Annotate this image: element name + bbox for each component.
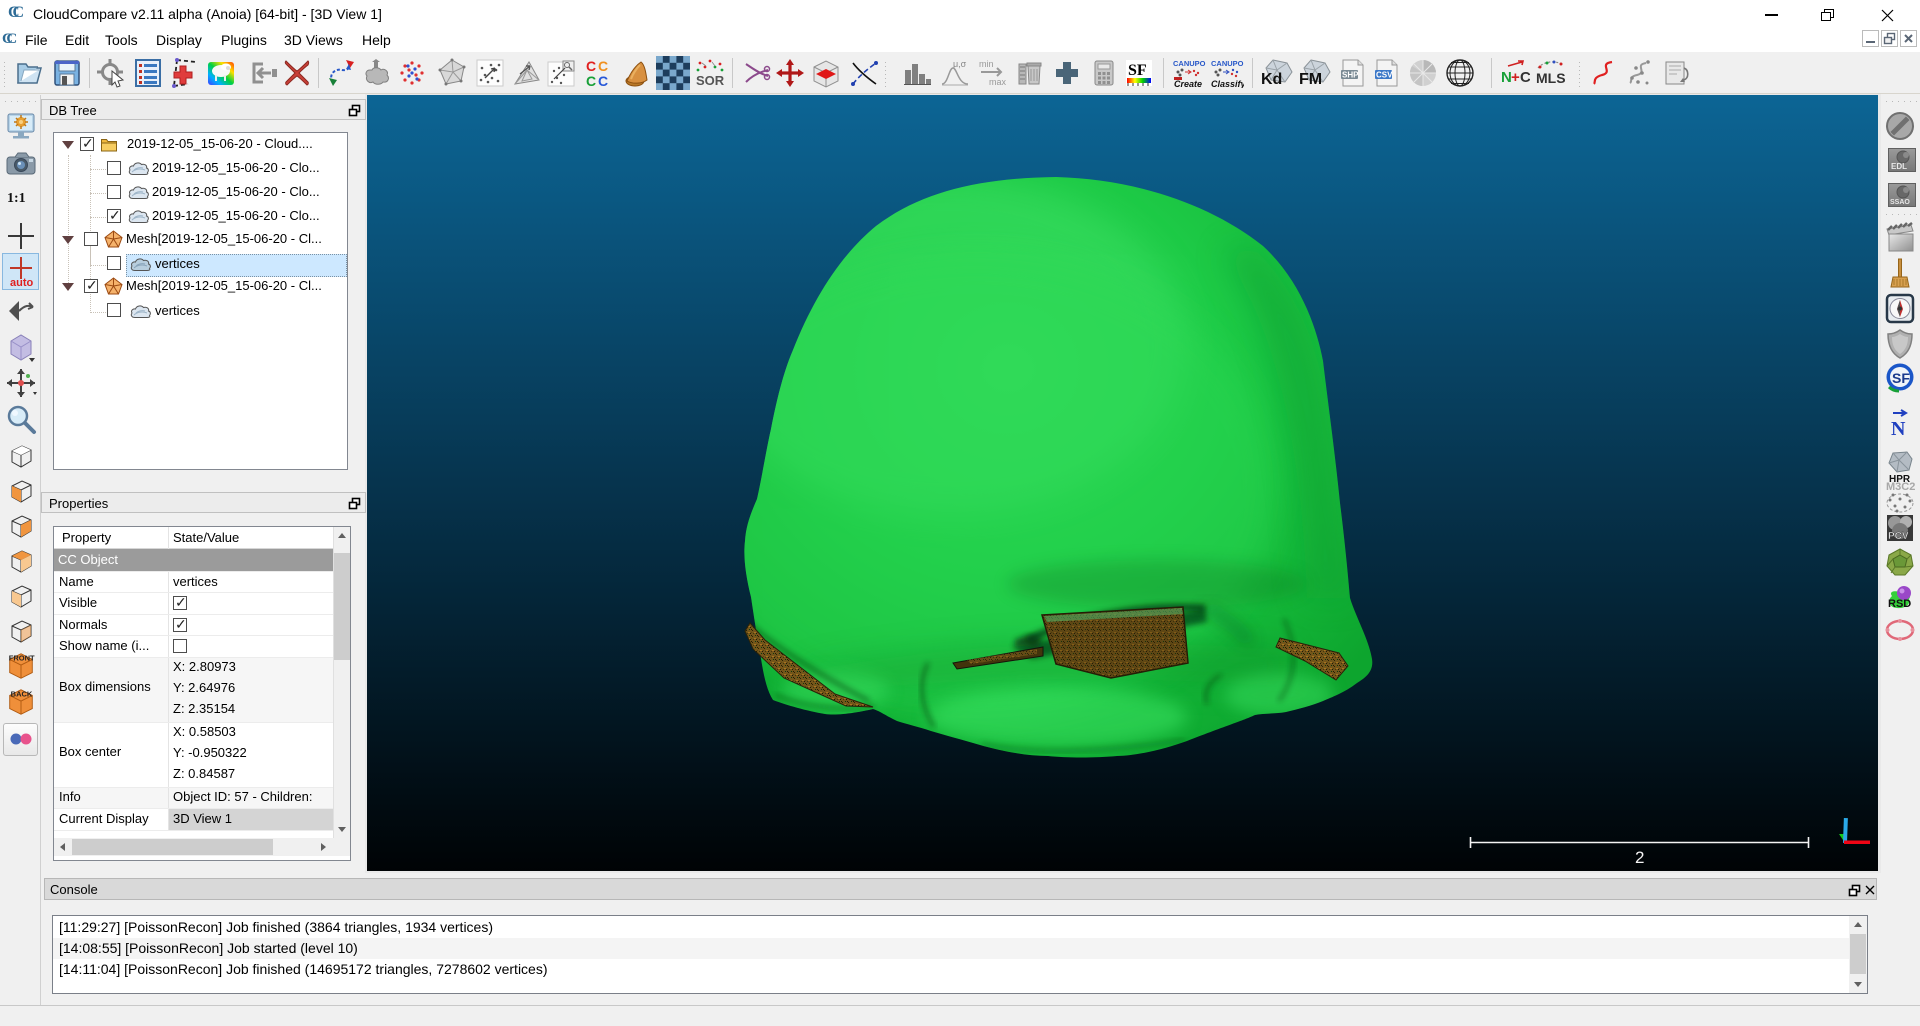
svg-text:Create: Create	[1174, 79, 1202, 88]
svg-text:CANUPO: CANUPO	[1211, 59, 1244, 68]
svg-text:SF: SF	[1892, 370, 1910, 386]
svg-text:Classify: Classify	[1211, 79, 1244, 88]
svg-text:C: C	[586, 73, 596, 88]
svg-text:N: N	[1891, 418, 1906, 437]
svg-text:FM: FM	[1299, 71, 1322, 88]
svg-text:+: +	[1511, 69, 1520, 86]
svg-text:M3C2: M3C2	[1886, 481, 1915, 493]
svg-text:SF: SF	[1128, 62, 1147, 79]
svg-text:EDL: EDL	[1891, 162, 1907, 171]
svg-text:Kd: Kd	[1261, 71, 1282, 88]
svg-text:max: max	[989, 77, 1007, 87]
svg-text:SOR: SOR	[696, 73, 725, 88]
svg-text:CANUPO: CANUPO	[1173, 59, 1206, 68]
svg-text:SHP: SHP	[1342, 71, 1359, 80]
svg-text:C: C	[1520, 69, 1530, 86]
svg-text:SSAO: SSAO	[1890, 199, 1910, 206]
svg-text:min: min	[979, 59, 994, 69]
svg-text:C: C	[586, 58, 596, 74]
svg-text:μ,σ: μ,σ	[953, 59, 967, 69]
svg-text:C: C	[598, 58, 608, 74]
svg-text:RSD: RSD	[1888, 598, 1911, 610]
svg-text:C: C	[598, 73, 608, 88]
svg-text:CSV: CSV	[1376, 71, 1393, 80]
svg-text:auto: auto	[10, 277, 34, 287]
svg-text:BACK: BACK	[11, 689, 33, 698]
svg-text:MLS: MLS	[1536, 70, 1565, 86]
svg-text:PCV: PCV	[1888, 531, 1909, 542]
svg-text:FRONT: FRONT	[9, 653, 35, 662]
svg-text:2: 2	[1635, 848, 1644, 867]
